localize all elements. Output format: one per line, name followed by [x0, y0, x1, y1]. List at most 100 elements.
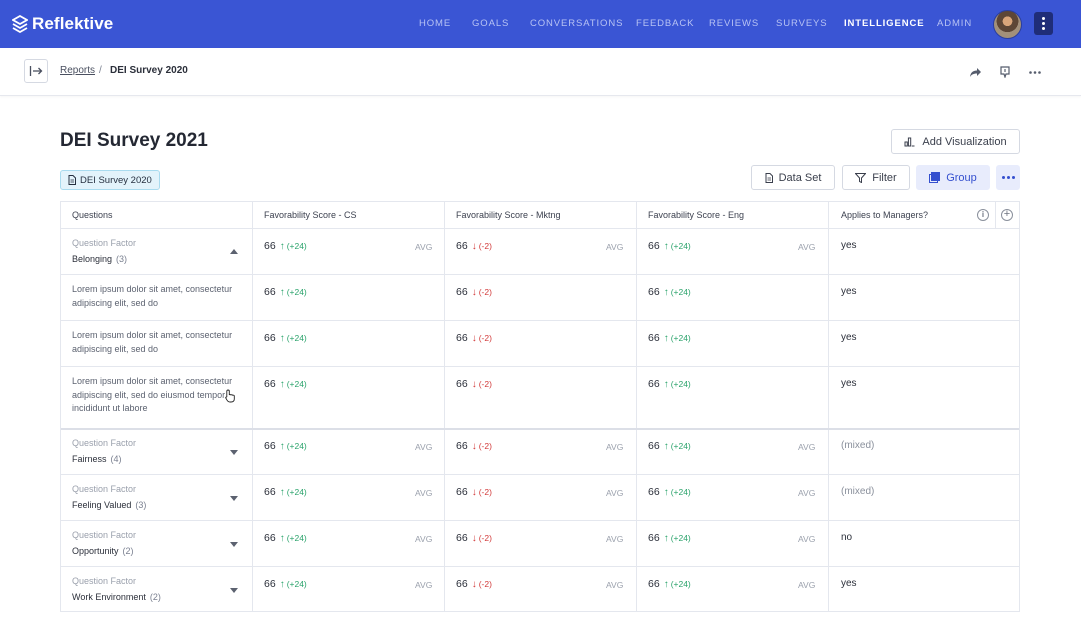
favorability-score-eng: 66 ↑ (+24) — [648, 486, 691, 498]
favorability-score-eng: 66 ↑ (+24) — [648, 532, 691, 544]
group-label: Group — [946, 171, 977, 184]
avg-label: AVG — [798, 580, 816, 590]
breadcrumb-reports-link[interactable]: Reports — [60, 65, 95, 76]
avg-label: AVG — [606, 242, 624, 252]
nav-link-reviews[interactable]: REVIEWS — [709, 18, 759, 29]
favorability-score-eng: 66 ↑ (+24) — [648, 240, 691, 252]
score-delta: (+24) — [286, 441, 307, 451]
sub-header: Reports / DEI Survey 2020 — [0, 48, 1081, 96]
score-delta: (-2) — [478, 379, 492, 389]
expand-sidebar-button[interactable] — [24, 59, 48, 83]
score-delta: (-2) — [478, 241, 492, 251]
collapse-caret-icon[interactable] — [230, 249, 238, 254]
data-set-button[interactable]: Data Set — [751, 165, 835, 190]
factor-question-count: (3) — [116, 254, 128, 264]
question-text: Lorem ipsum dolor sit amet, consectetur … — [72, 376, 233, 413]
user-avatar[interactable] — [993, 10, 1022, 39]
factor-name[interactable]: Feeling Valued (3) — [72, 500, 146, 510]
favorability-score-eng: 66 ↑ (+24) — [648, 440, 691, 452]
filter-label: Filter — [872, 171, 897, 184]
add-visualization-button[interactable]: Add Visualization — [891, 129, 1020, 154]
app-name: Reflektive — [32, 14, 114, 33]
factor-name[interactable]: Work Environment (2) — [72, 592, 161, 602]
score-value: 66 — [264, 440, 276, 452]
nav-link-feedback[interactable]: FEEDBACK — [636, 18, 694, 29]
applies-to-managers-value: yes — [841, 240, 857, 251]
score-value: 66 — [648, 532, 660, 544]
add-column-icon[interactable]: + — [1001, 209, 1013, 221]
favorability-score-mk: 66 ↓ (-2) — [456, 378, 492, 390]
favorability-score-mk: 66 ↓ (-2) — [456, 240, 492, 252]
nav-link-conversations[interactable]: CONVERSATIONS — [530, 18, 623, 29]
breadcrumb-separator: / — [99, 65, 102, 76]
factor-name[interactable]: Opportunity (2) — [72, 546, 134, 556]
expand-caret-icon[interactable] — [230, 588, 238, 593]
nav-link-home[interactable]: HOME — [419, 18, 451, 29]
column-header-score-eng[interactable]: Favorability Score - Eng — [648, 210, 744, 220]
row-divider — [61, 274, 1019, 275]
score-delta: (+24) — [286, 287, 307, 297]
filter-button[interactable]: Filter — [842, 165, 910, 190]
nav-link-intelligence[interactable]: INTELLIGENCE — [844, 18, 924, 29]
arrow-down-icon: ↓ — [471, 333, 477, 344]
applies-to-managers-value: no — [841, 532, 853, 543]
column-header-score-cs[interactable]: Favorability Score - CS — [264, 210, 357, 220]
score-delta: (+24) — [286, 533, 307, 543]
factor-name[interactable]: Fairness (4) — [72, 454, 122, 464]
favorability-score-cs: 66 ↑ (+24) — [264, 578, 307, 590]
group-icon — [929, 172, 941, 183]
score-delta: (-2) — [478, 533, 492, 543]
top-nav: Reflektive HOME GOALS CONVERSATIONS FEEDBAC… — [0, 0, 1081, 48]
arrow-up-icon: ↑ — [279, 441, 285, 452]
score-value: 66 — [456, 378, 468, 390]
column-header-questions[interactable]: Questions — [72, 210, 113, 220]
score-delta: (+24) — [670, 441, 691, 451]
applies-to-managers-value: yes — [841, 578, 857, 589]
column-header-score-mktng[interactable]: Favorability Score - Mktng — [456, 210, 561, 220]
share-icon[interactable] — [966, 63, 984, 81]
nav-link-goals[interactable]: GOALS — [472, 18, 509, 29]
nav-link-surveys[interactable]: SURVEYS — [776, 18, 828, 29]
expand-caret-icon[interactable] — [230, 542, 238, 547]
score-value: 66 — [264, 286, 276, 298]
group-button[interactable]: Group — [916, 165, 990, 190]
favorability-score-mk: 66 ↓ (-2) — [456, 286, 492, 298]
question-text: Lorem ipsum dolor sit amet, consectetur … — [72, 330, 233, 354]
more-menu-button[interactable] — [1034, 12, 1053, 35]
toolbar-more-button[interactable] — [996, 165, 1020, 190]
avg-label: AVG — [415, 242, 433, 252]
score-delta: (-2) — [478, 441, 492, 451]
arrow-down-icon: ↓ — [471, 241, 477, 252]
data-source-tag[interactable]: DEI Survey 2020 — [60, 170, 160, 190]
score-value: 66 — [456, 332, 468, 344]
score-value: 66 — [264, 578, 276, 590]
arrow-down-icon: ↓ — [471, 579, 477, 590]
expand-caret-icon[interactable] — [230, 496, 238, 501]
avg-label: AVG — [798, 442, 816, 452]
info-icon[interactable]: i — [977, 209, 989, 221]
arrow-up-icon: ↑ — [663, 241, 669, 252]
score-delta: (+24) — [670, 333, 691, 343]
factor-name-text: Opportunity — [72, 546, 119, 556]
app-logo[interactable]: Reflektive — [12, 13, 113, 35]
expand-caret-icon[interactable] — [230, 450, 238, 455]
factor-question-count: (2) — [122, 546, 134, 556]
score-delta: (-2) — [478, 579, 492, 589]
score-delta: (+24) — [670, 533, 691, 543]
question-factor-label: Question Factor — [72, 438, 137, 448]
score-value: 66 — [264, 378, 276, 390]
arrow-up-icon: ↑ — [663, 441, 669, 452]
factor-question-count: (4) — [110, 454, 122, 464]
row-divider — [61, 366, 1019, 367]
more-options-icon[interactable] — [1026, 63, 1044, 81]
column-header-managers[interactable]: Applies to Managers? — [841, 210, 928, 220]
nav-link-admin[interactable]: ADMIN — [937, 18, 972, 29]
score-value: 66 — [456, 486, 468, 498]
score-delta: (+24) — [670, 487, 691, 497]
score-value: 66 — [456, 440, 468, 452]
score-delta: (+24) — [670, 379, 691, 389]
row-divider — [61, 320, 1019, 321]
score-value: 66 — [264, 486, 276, 498]
factor-name[interactable]: Belonging (3) — [72, 254, 127, 264]
bookmark-icon[interactable] — [996, 63, 1014, 81]
